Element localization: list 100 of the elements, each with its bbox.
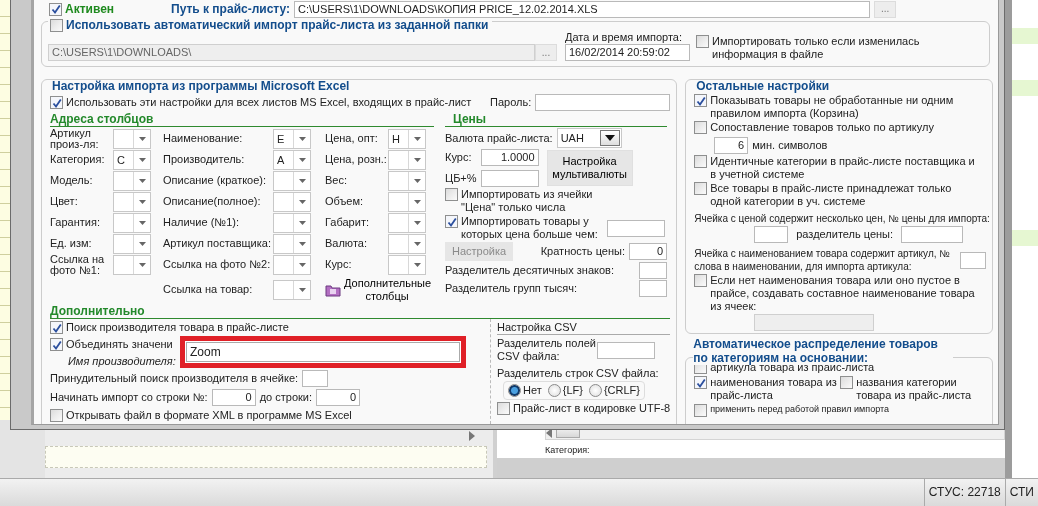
checkbox[interactable] bbox=[50, 338, 63, 351]
checkbox-label: Сопоставление товаров только по артикулу bbox=[710, 121, 935, 134]
checkbox[interactable] bbox=[445, 188, 458, 201]
checkbox[interactable] bbox=[694, 274, 708, 287]
checkbox[interactable] bbox=[497, 402, 510, 415]
dropdown[interactable] bbox=[273, 191, 311, 212]
checkbox-label: Использовать автоматический импорт прайс-листа из заданной папки bbox=[66, 19, 489, 32]
input-field[interactable] bbox=[302, 370, 329, 387]
scroll-right-icon[interactable] bbox=[469, 428, 475, 442]
field-label: Разделитель строк CSV файла: bbox=[497, 367, 660, 380]
checkbox[interactable] bbox=[50, 409, 63, 422]
field-label: Объем: bbox=[325, 196, 365, 207]
dropdown[interactable]: H bbox=[388, 128, 426, 149]
checkbox[interactable] bbox=[50, 321, 63, 334]
dropdown[interactable] bbox=[273, 279, 311, 300]
checkbox[interactable] bbox=[694, 376, 708, 389]
input-field[interactable] bbox=[480, 170, 539, 187]
checkbox[interactable] bbox=[694, 155, 708, 168]
checkbox[interactable] bbox=[694, 404, 708, 417]
field-label: Ячейка с ценой содержит несколько цен, № цены для импорта: bbox=[694, 212, 987, 225]
field-label: Модель: bbox=[50, 175, 94, 186]
dropdown[interactable] bbox=[113, 191, 151, 212]
checkbox[interactable] bbox=[840, 376, 854, 389]
path-label: Путь к прайс-листу: bbox=[171, 2, 291, 16]
input-field[interactable] bbox=[597, 341, 655, 359]
field-label: ЦБ+% bbox=[445, 172, 477, 185]
dropdown[interactable] bbox=[388, 149, 426, 170]
dropdown[interactable] bbox=[273, 254, 311, 275]
dropdown[interactable] bbox=[273, 170, 311, 191]
input-field[interactable] bbox=[639, 262, 667, 279]
input-field[interactable]: 0 bbox=[629, 243, 667, 260]
dropdown[interactable]: C bbox=[113, 149, 151, 170]
checkbox-label: Если нет наименования товара или оно пустое в прайсе, создавать составное наименование товара из ячеек: bbox=[710, 274, 976, 313]
dropdown[interactable] bbox=[113, 212, 151, 233]
multicurrency-button[interactable]: Настройка мультивалюты bbox=[546, 150, 633, 186]
dropdown[interactable] bbox=[113, 170, 151, 191]
dropdown[interactable] bbox=[388, 254, 426, 275]
checkbox[interactable] bbox=[445, 215, 458, 228]
input-field[interactable] bbox=[754, 226, 789, 243]
radio-button[interactable] bbox=[508, 384, 521, 397]
dropdown[interactable] bbox=[388, 233, 426, 254]
checkbox-label: применить перед работой правил импорта bbox=[710, 404, 890, 414]
dropdown[interactable] bbox=[388, 212, 426, 233]
checkbox[interactable] bbox=[50, 96, 63, 109]
field-label: Ссылка на фото №2: bbox=[163, 259, 272, 270]
field-label: Категория: bbox=[545, 445, 591, 456]
dropdown[interactable]: A bbox=[273, 149, 311, 170]
field-label: Курс: bbox=[445, 151, 472, 164]
checkbox-label: Поиск производителя товара в прайс-листе bbox=[66, 321, 289, 334]
checkbox-label: Открывать файл в формате XML в программе MS Excel bbox=[66, 409, 352, 422]
field-label: Наличие (№1): bbox=[163, 217, 240, 228]
checkbox[interactable] bbox=[694, 121, 708, 134]
input-field[interactable]: C:\USERS\1\DOWNLOADS\ bbox=[48, 44, 535, 61]
checkbox[interactable] bbox=[696, 35, 709, 48]
field-label: Курс: bbox=[325, 259, 353, 270]
browse-button[interactable]: ... bbox=[535, 44, 557, 61]
checkbox[interactable] bbox=[694, 94, 708, 107]
input-field[interactable] bbox=[535, 94, 671, 111]
checkbox[interactable] bbox=[49, 2, 62, 16]
extra-columns-button[interactable]: Дополнительные столбцы bbox=[325, 276, 430, 304]
radio-button[interactable] bbox=[547, 384, 561, 397]
checkbox-label: наименования товара из прайс-листа bbox=[710, 376, 838, 402]
field-label: Описание (краткое): bbox=[163, 175, 268, 186]
input-field[interactable]: 0 bbox=[211, 388, 256, 406]
checkbox-label: Импортировать только если изменилась информация в файле bbox=[712, 35, 921, 61]
field-label: Разделитель десятичных знаков: bbox=[445, 264, 614, 277]
input-field[interactable]: 1.0000 bbox=[480, 149, 539, 166]
field-label: Цена, розн.: bbox=[325, 154, 388, 165]
dropdown[interactable] bbox=[113, 233, 151, 254]
field-label: Производитель: bbox=[163, 154, 246, 165]
group-title: Настройка импорта из программы Microsoft Excel bbox=[52, 80, 350, 93]
dropdown[interactable] bbox=[113, 254, 151, 275]
checkbox[interactable] bbox=[50, 19, 63, 32]
radio-button[interactable] bbox=[588, 384, 602, 397]
field-label: Габарит: bbox=[325, 217, 370, 228]
input-field[interactable] bbox=[607, 219, 665, 237]
checkbox-label: Использовать эти настройки для всех листов MS Excel, входящих в прайс-лист bbox=[66, 96, 472, 109]
dropdown[interactable] bbox=[388, 191, 426, 212]
input-field[interactable]: 0 bbox=[316, 388, 361, 406]
dropdown[interactable] bbox=[273, 233, 311, 254]
dropdown[interactable] bbox=[388, 170, 426, 191]
input-field[interactable] bbox=[639, 280, 667, 297]
status-text: СТУС: 22718 bbox=[923, 479, 1005, 506]
input-field[interactable] bbox=[754, 314, 875, 331]
input-field[interactable]: Zoom bbox=[186, 342, 460, 362]
dropdown[interactable] bbox=[113, 128, 151, 149]
input-field[interactable] bbox=[960, 251, 987, 269]
field-label: Имя производителя: bbox=[67, 355, 176, 368]
input-field[interactable]: 16/02/2014 20:59:02 bbox=[565, 44, 690, 61]
browse-button[interactable]: ... bbox=[874, 0, 897, 18]
dropdown[interactable] bbox=[273, 212, 311, 233]
field-label: Кратность цены: bbox=[540, 245, 625, 258]
dropdown[interactable]: E bbox=[273, 128, 311, 149]
checkbox[interactable] bbox=[694, 182, 708, 195]
input-field[interactable] bbox=[901, 226, 964, 243]
input-field[interactable]: C:\USERS\1\DOWNLOADS\КОПИЯ PRICE_12.02.2014.XLS bbox=[294, 0, 871, 18]
input-field[interactable]: 6 bbox=[714, 137, 749, 154]
field-label: Принудительный поиск производителя в ячейке: bbox=[50, 372, 299, 385]
dropdown[interactable]: UAH bbox=[556, 128, 622, 148]
field-label: Валюта прайс-листа: bbox=[445, 131, 553, 145]
